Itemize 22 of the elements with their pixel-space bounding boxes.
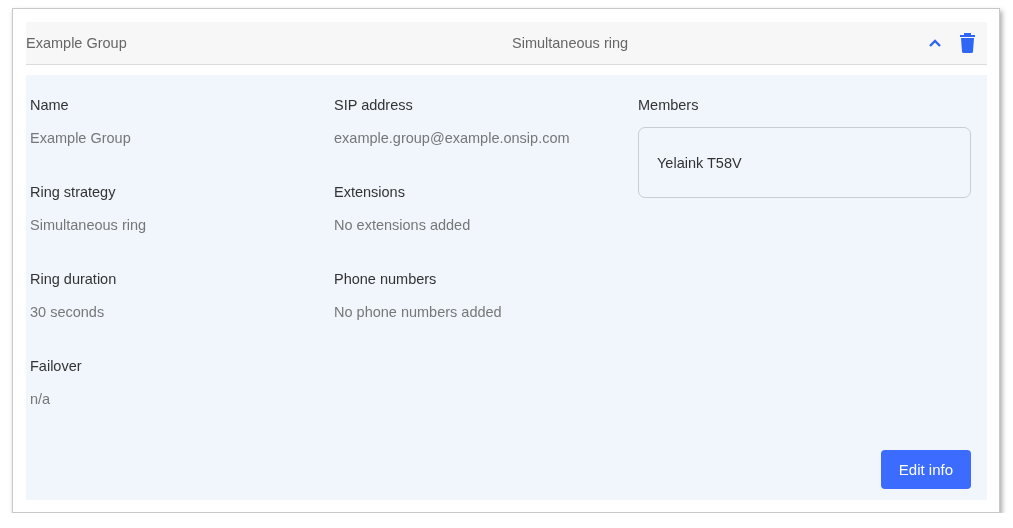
chevron-icon[interactable] <box>928 38 942 48</box>
field-label: Extensions <box>334 183 406 201</box>
group-name: Example Group <box>26 35 128 51</box>
field-label: Ring strategy <box>30 183 117 201</box>
field-label: Failover <box>30 357 83 375</box>
field-value: n/a <box>30 390 52 408</box>
group-header[interactable]: Example Group Simultaneous ring <box>26 22 987 65</box>
field-value: No extensions added <box>334 216 472 234</box>
field-value: Example Group <box>30 129 132 147</box>
field-value: 30 seconds <box>30 303 106 321</box>
edit-button[interactable]: Edit info <box>880 450 971 489</box>
field-label: SIP address <box>334 96 414 114</box>
field-label: Phone numbers <box>334 270 438 288</box>
ring-strategy: Simultaneous ring <box>512 35 630 51</box>
field-value: Simultaneous ring <box>30 216 148 234</box>
trash-icon[interactable] <box>960 33 975 53</box>
field-label: Ring duration <box>30 270 118 288</box>
field-value: No phone numbers added <box>334 303 503 321</box>
field-label: Members <box>638 96 700 114</box>
field-value: example.group@example.onsip.com <box>334 129 571 147</box>
member-name: Yelaink T58V <box>657 154 743 171</box>
field-label: Name <box>30 96 70 114</box>
